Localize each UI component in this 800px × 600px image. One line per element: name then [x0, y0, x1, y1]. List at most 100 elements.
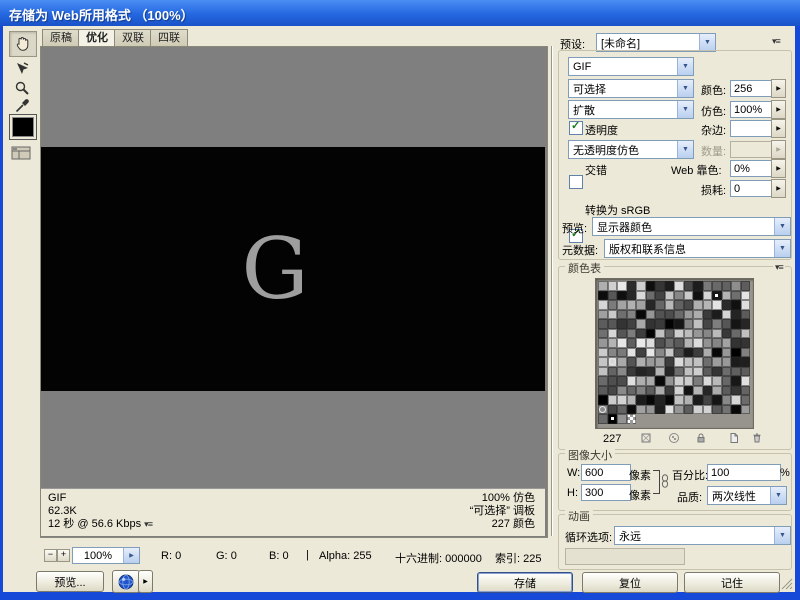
color-swatch[interactable] [608, 300, 618, 310]
color-swatch[interactable] [674, 310, 684, 320]
color-swatch[interactable] [655, 386, 665, 396]
color-swatch[interactable] [722, 291, 732, 301]
color-swatch[interactable] [617, 300, 627, 310]
color-swatch[interactable] [731, 386, 741, 396]
color-swatch[interactable] [665, 395, 675, 405]
color-swatch[interactable] [627, 310, 637, 320]
color-swatch[interactable] [636, 376, 646, 386]
color-swatch[interactable] [646, 310, 656, 320]
colors-spinner[interactable]: ▶ [771, 79, 786, 98]
color-swatch[interactable] [636, 338, 646, 348]
eyedropper-color-swatch[interactable] [9, 114, 37, 140]
color-swatch[interactable] [693, 386, 703, 396]
color-swatch[interactable] [627, 405, 637, 415]
color-swatch[interactable] [731, 310, 741, 320]
palette-select[interactable]: 可选择 ▼ [568, 79, 694, 98]
color-swatch[interactable] [655, 367, 665, 377]
color-swatch[interactable] [608, 338, 618, 348]
dither-method-select[interactable]: 扩散 ▼ [568, 100, 694, 119]
color-swatch[interactable] [655, 405, 665, 415]
color-swatch[interactable] [722, 319, 732, 329]
color-swatch[interactable] [731, 357, 741, 367]
color-swatch[interactable] [722, 281, 732, 291]
height-field[interactable]: 300 [581, 484, 631, 501]
browser-button[interactable] [112, 570, 140, 593]
color-swatch[interactable] [741, 281, 751, 291]
color-swatch[interactable] [712, 300, 722, 310]
color-swatch[interactable] [712, 357, 722, 367]
color-swatch[interactable] [646, 300, 656, 310]
color-swatch[interactable] [608, 405, 618, 415]
save-button[interactable]: 存储 [477, 572, 573, 593]
color-swatch[interactable] [722, 357, 732, 367]
color-swatch[interactable] [636, 291, 646, 301]
color-swatch[interactable] [655, 357, 665, 367]
color-swatch[interactable] [655, 395, 665, 405]
color-swatch[interactable] [598, 414, 608, 424]
color-swatch[interactable] [703, 348, 713, 358]
color-swatch[interactable] [598, 329, 608, 339]
color-swatch[interactable] [722, 367, 732, 377]
color-swatch[interactable] [608, 281, 618, 291]
color-swatch[interactable] [665, 291, 675, 301]
color-swatch[interactable] [693, 291, 703, 301]
preview-area[interactable]: G GIF 62.3K 12 秒 @ 56.6 Kbps ▾≡ 100% 仿色 … [40, 46, 548, 538]
color-swatch[interactable] [741, 291, 751, 301]
color-swatch[interactable] [722, 386, 732, 396]
color-swatch[interactable] [617, 319, 627, 329]
color-swatch[interactable] [703, 329, 713, 339]
color-swatch[interactable] [712, 281, 722, 291]
color-swatch[interactable] [712, 338, 722, 348]
color-swatch[interactable] [636, 395, 646, 405]
color-swatch[interactable] [684, 367, 694, 377]
preview-mode-select[interactable]: 显示器颜色 ▼ [592, 217, 791, 236]
color-swatch[interactable] [741, 319, 751, 329]
color-swatch[interactable] [703, 300, 713, 310]
color-swatch[interactable] [636, 310, 646, 320]
color-swatch[interactable] [712, 367, 722, 377]
color-swatch[interactable] [722, 405, 732, 415]
color-swatch[interactable] [636, 386, 646, 396]
color-swatch[interactable] [731, 395, 741, 405]
delete-color-button[interactable] [750, 432, 764, 444]
color-swatch[interactable] [731, 281, 741, 291]
color-swatch[interactable] [617, 310, 627, 320]
color-swatch[interactable] [665, 329, 675, 339]
color-swatch[interactable] [722, 300, 732, 310]
color-swatch[interactable] [608, 348, 618, 358]
color-swatch[interactable] [731, 348, 741, 358]
color-swatch[interactable] [665, 367, 675, 377]
matte-field[interactable] [730, 120, 776, 137]
color-swatch[interactable] [598, 300, 608, 310]
color-swatch[interactable] [655, 281, 665, 291]
color-swatch[interactable] [627, 348, 637, 358]
color-swatch[interactable] [703, 395, 713, 405]
interlaced-checkbox[interactable]: ✓ [569, 175, 583, 189]
zoom-tool[interactable] [11, 78, 33, 98]
color-swatch[interactable] [693, 367, 703, 377]
optimized-image[interactable]: G [41, 147, 545, 391]
color-swatch[interactable] [674, 300, 684, 310]
color-swatch[interactable] [646, 386, 656, 396]
transparency-dither-select[interactable]: 无透明度仿色 ▼ [568, 140, 694, 159]
color-swatch[interactable] [636, 405, 646, 415]
color-swatch[interactable] [646, 319, 656, 329]
color-swatch[interactable] [598, 348, 608, 358]
color-swatch[interactable] [617, 386, 627, 396]
color-swatch[interactable] [617, 395, 627, 405]
color-swatch[interactable] [608, 395, 618, 405]
color-swatch[interactable] [693, 395, 703, 405]
color-swatch[interactable] [722, 348, 732, 358]
color-swatch[interactable] [712, 291, 722, 301]
color-swatch[interactable] [731, 291, 741, 301]
color-swatch[interactable] [712, 319, 722, 329]
color-swatch[interactable] [731, 405, 741, 415]
color-swatch[interactable] [674, 348, 684, 358]
color-swatch[interactable] [684, 348, 694, 358]
color-swatch[interactable] [722, 338, 732, 348]
color-swatch[interactable] [608, 291, 618, 301]
color-table-menu-icon[interactable]: ▾≡ [773, 262, 785, 273]
color-swatch[interactable] [646, 348, 656, 358]
color-swatch[interactable] [722, 376, 732, 386]
web-snap-field[interactable]: 0% [730, 160, 776, 177]
